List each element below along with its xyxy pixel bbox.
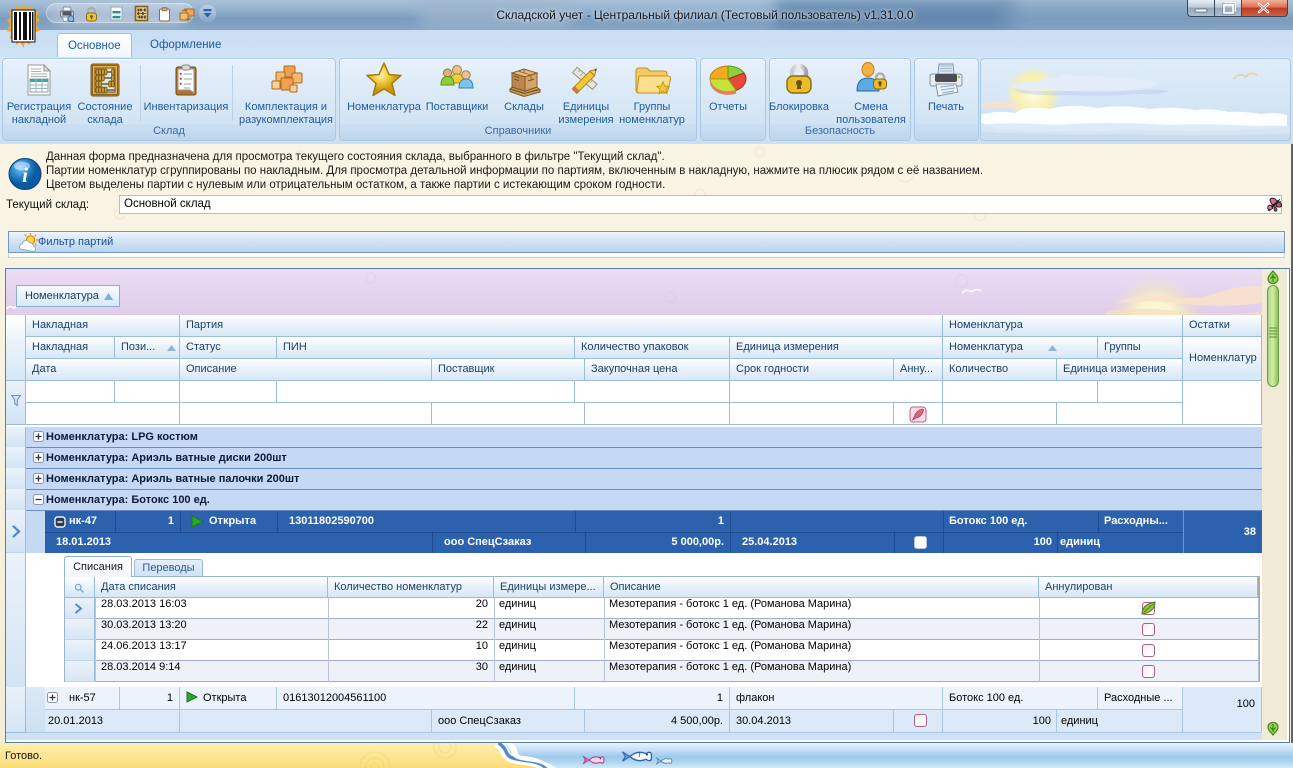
svg-text:i: i bbox=[22, 163, 28, 187]
